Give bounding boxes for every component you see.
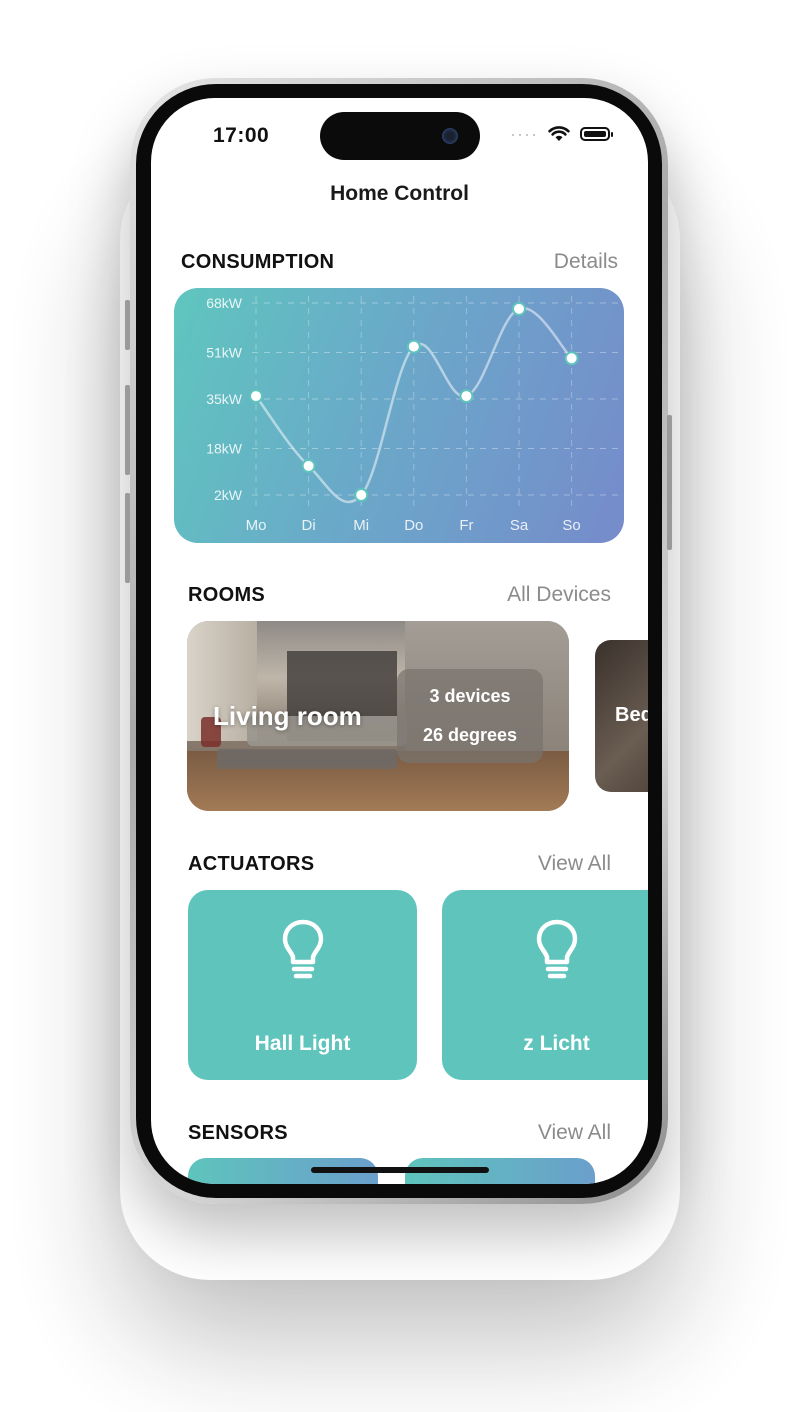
chart-xtick-label: Do (404, 517, 423, 534)
all-devices-link[interactable]: All Devices (507, 583, 611, 607)
chart-ytick-label: 68kW (206, 295, 243, 311)
consumption-chart-svg: 68kW 51kW 35kW 18kW 2kWMo Di Mi Do Fr Sa So (206, 295, 622, 534)
power-button (667, 415, 672, 550)
chart-data-point[interactable] (354, 488, 369, 502)
page-title: Home Control (330, 182, 469, 205)
room-name: Bed (615, 704, 648, 726)
consumption-title: CONSUMPTION (181, 251, 335, 273)
signal-icon: ···· (510, 124, 538, 144)
actuator-card-hall-light[interactable]: Hall Light (188, 890, 417, 1080)
actuator-label: Hall Light (254, 1032, 351, 1055)
chart-data-point[interactable] (249, 389, 263, 404)
room-name: Living room (213, 701, 362, 731)
chart-xtick-label: Mi (353, 517, 369, 534)
camera-icon (442, 128, 458, 144)
status-icons: ···· (510, 124, 613, 144)
chart-data-point[interactable] (564, 351, 579, 366)
chart-ytick-label: 18kW (206, 440, 243, 456)
chart-xtick-label: Di (302, 517, 316, 534)
chart-data-point[interactable] (459, 389, 474, 404)
volume-down-button (125, 493, 130, 583)
chart-data-point[interactable] (406, 339, 421, 354)
mute-switch (125, 300, 130, 350)
chart-xtick-label: So (562, 517, 580, 534)
room-temperature: 26 degrees (422, 725, 518, 745)
dynamic-island (320, 112, 480, 160)
consumption-chart[interactable]: 68kW 51kW 35kW 18kW 2kW Mo Di Mi Do Fr Sa So (174, 288, 624, 543)
room-photo-rug (217, 749, 397, 769)
chart-ytick-label: 2kW (214, 487, 243, 503)
chart-ytick-label: 35kW (206, 391, 243, 407)
home-indicator[interactable] (311, 1167, 489, 1173)
chart-data-point[interactable] (512, 301, 526, 316)
chart-ytick-label: 51kW (206, 344, 243, 360)
sensors-view-all-link[interactable]: View All (538, 1121, 611, 1145)
rooms-carousel[interactable]: Living room 3 devices 26 degrees Bed (187, 621, 648, 813)
chart-xtick-label: Sa (510, 517, 529, 534)
details-link[interactable]: Details (554, 250, 618, 274)
lightbulb-icon (282, 919, 323, 979)
volume-up-button (125, 385, 130, 475)
room-info-box: 3 devices 26 degrees (397, 669, 543, 763)
sensors-title: SENSORS (188, 1122, 288, 1144)
room-device-count: 3 devices (429, 686, 511, 706)
lightbulb-icon (536, 919, 577, 979)
actuators-title: ACTUATORS (188, 853, 315, 875)
room-card-bedroom[interactable]: Bed (595, 640, 648, 792)
actuator-label: z Licht (523, 1032, 590, 1055)
chart-xtick-label: Mo (246, 517, 267, 534)
actuator-card-z-licht[interactable]: z Licht (442, 890, 648, 1080)
chart-data-point[interactable] (301, 458, 316, 473)
status-time: 17:00 (213, 124, 270, 147)
wifi-icon (548, 126, 570, 141)
chart-xtick-label: Fr (459, 517, 473, 534)
actuators-view-all-link[interactable]: View All (538, 852, 611, 876)
room-card-living-room[interactable]: Living room 3 devices 26 degrees (187, 621, 569, 811)
rooms-title: ROOMS (188, 584, 266, 606)
phone-screen: 17:00 ···· Home Control CONSUMPTION Deta… (151, 98, 648, 1184)
battery-icon (580, 127, 613, 141)
